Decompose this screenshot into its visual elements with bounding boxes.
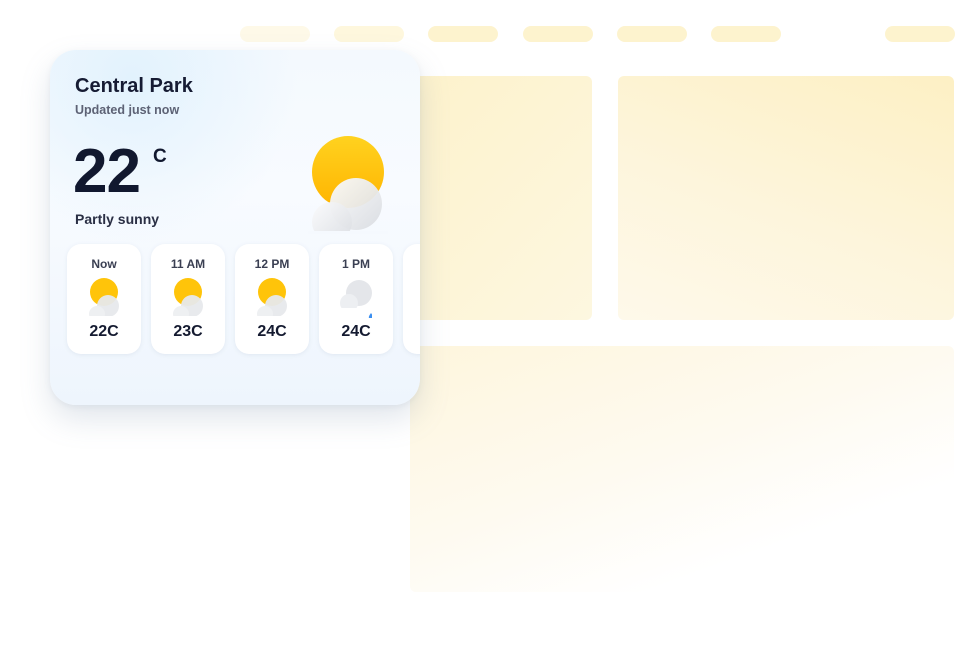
location-title: Central Park	[75, 75, 193, 97]
weather-card[interactable]: Central Park Updated just now 22 C Partl…	[50, 50, 420, 405]
hour-temperature: 24C	[257, 323, 287, 340]
background-nav-pill-1	[240, 26, 310, 42]
updated-status: Updated just now	[75, 103, 180, 117]
background-panel-left	[410, 76, 592, 320]
hourly-forecast-12pm[interactable]: 12 PM 24C	[235, 244, 309, 354]
hourly-forecast-1pm[interactable]: 1 PM 24C	[319, 244, 393, 354]
background-nav-pill-6	[711, 26, 781, 42]
partly-sunny-icon	[256, 278, 288, 318]
hourly-forecast-11am[interactable]: 11 AM 23C	[151, 244, 225, 354]
hour-label: Now	[91, 257, 117, 271]
hourly-forecast-now[interactable]: Now 22C	[67, 244, 141, 354]
background-panel-right	[618, 76, 954, 320]
weather-condition: Partly sunny	[75, 211, 160, 227]
temperature-unit: C	[153, 146, 167, 167]
partly-sunny-icon	[88, 278, 120, 318]
hour-temperature: 23C	[173, 323, 203, 340]
hour-label: 11 AM	[170, 257, 206, 271]
background-nav-pill-4	[523, 26, 593, 42]
cloud-rain-icon	[340, 280, 372, 318]
partly-sunny-icon	[172, 278, 204, 318]
background-nav-pill-2	[334, 26, 404, 42]
partly-sunny-icon	[308, 136, 388, 234]
background-nav-pill-7	[885, 26, 955, 42]
background-panel-bottom	[410, 346, 954, 592]
current-temperature: 22	[73, 137, 141, 206]
hour-temperature: 22C	[89, 323, 119, 340]
hour-label: 12 PM	[254, 257, 290, 271]
hourly-forecast-next[interactable]	[403, 244, 420, 354]
background-nav-pill-3	[428, 26, 498, 42]
hour-label: 1 PM	[341, 257, 370, 271]
hour-temperature: 24C	[341, 323, 371, 340]
background-nav-pill-5	[617, 26, 687, 42]
